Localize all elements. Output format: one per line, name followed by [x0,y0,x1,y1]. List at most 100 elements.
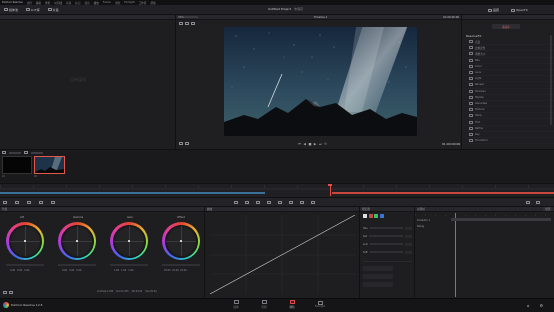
qualifier-field[interactable] [363,266,393,271]
viewer-layout-icon[interactable] [179,22,183,25]
gallery-button[interactable]: 画廊 [487,7,500,13]
color-tools-left [3,200,55,204]
qualifier-row-sat[interactable]: Sat [363,232,412,240]
curves-icon[interactable] [234,201,238,204]
clip-filter-icon[interactable] [2,151,6,154]
menu-edit[interactable]: 编辑 [36,1,41,5]
menu-clip[interactable]: 片段 [66,1,71,5]
swatch-red[interactable] [368,214,373,218]
loop-icon[interactable]: ↻ [324,142,327,146]
motion-effects-icon[interactable] [51,200,55,204]
audio-icon[interactable] [185,142,189,145]
page-color[interactable]: 调色 [279,300,305,309]
qualifier-row-lum[interactable]: Lum [363,240,412,248]
wheel-slider-lift[interactable] [6,264,44,266]
step-back-icon[interactable]: ◀ [303,142,305,146]
clip-view-icon[interactable] [24,151,28,154]
skip-back-icon[interactable]: ⏮ [298,142,301,146]
qualifier-field[interactable] [363,274,393,279]
fx-item-icon [469,89,473,93]
viewer-zoom-control[interactable]: 37% [178,16,198,19]
color-wheel-lift[interactable] [6,222,44,260]
swatch-white[interactable] [363,214,367,218]
scopes-icon[interactable] [536,201,540,204]
key-icon[interactable] [289,201,293,204]
blur-icon[interactable] [278,201,282,204]
keyframe-playhead[interactable] [455,213,456,297]
qualifier-row-soft[interactable]: Soft [363,248,412,256]
page-fairlight[interactable]: Fairlight [307,300,333,308]
page-media[interactable]: 媒体 [223,300,249,309]
keyframes-filter[interactable]: 全部 [542,207,552,211]
clip-tab[interactable] [31,151,43,154]
auto-balance-icon[interactable] [3,291,7,294]
menu-workspace[interactable]: 工作区 [139,1,147,5]
qualifier-row-hue[interactable]: Hue [363,224,412,232]
lut-button[interactable]: LUT库 [25,7,41,13]
timeline-track-clip2[interactable] [332,192,554,194]
wheel-slider-offset[interactable] [162,264,200,266]
curve-graph[interactable] [210,215,355,294]
keyframe-track-sizing[interactable]: Sizing [417,225,424,228]
hue-field[interactable]: Hue 50.00 [145,290,156,293]
qualifier-rows: Hue Sat Lum Soft [363,224,412,256]
contrast-field[interactable]: Contrast 1.000 [97,290,113,293]
fx-item[interactable]: Transform [462,138,554,145]
qualifier-icon[interactable] [245,201,249,204]
stop-icon[interactable]: ■ [308,142,311,146]
clip-thumbnail-1[interactable] [2,156,32,174]
openfx-button[interactable]: OpenFX [510,7,529,13]
menu-trim[interactable]: 修剪 [45,1,50,5]
tracker-icon[interactable] [267,201,271,204]
menu-fusion[interactable]: Fusion [103,1,111,4]
swatch-blue[interactable] [379,214,384,218]
media-pool-button[interactable]: 媒体池 [3,7,19,13]
viewer-highlight-icon[interactable] [191,22,195,25]
saturation-field[interactable]: Sat 50.00 [132,290,143,293]
menu-file[interactable]: 文件 [27,1,32,5]
viewer-split-icon[interactable] [185,22,189,25]
reset-icon[interactable] [9,291,13,294]
clip-thumbnail-2[interactable] [34,156,65,174]
wheel-slider-gamma[interactable] [58,264,96,266]
clips-button[interactable]: 片段 [47,7,60,13]
fx-item-icon [469,46,473,50]
menu-view[interactable]: 显示 [84,1,89,5]
keyframe-bar[interactable] [451,218,551,221]
menu-color[interactable]: 调色 [115,1,120,5]
window-icon[interactable] [256,201,260,204]
home-icon[interactable]: ⌂ [527,303,530,308]
menu-fairlight[interactable]: Fairlight [124,1,134,4]
3d-icon[interactable] [311,201,315,204]
pen-icon[interactable] [179,142,183,145]
color-wheels-icon[interactable] [27,200,31,204]
sizing-icon[interactable] [300,201,304,204]
keyframe-track-corrector[interactable]: Corrector 1 [417,219,430,222]
timeline-track-clip1[interactable] [0,192,265,194]
playhead-handle[interactable] [328,184,332,186]
color-wheel-offset[interactable] [162,222,200,260]
color-wheel-gamma[interactable] [58,222,96,260]
wheel-slider-gain[interactable] [110,264,148,266]
color-wheel-gain[interactable] [110,222,148,260]
color-match-icon[interactable] [15,200,19,204]
keyframe-icon[interactable] [526,201,530,204]
menu-playback[interactable]: 播放 [94,1,99,5]
fx-scrollbar[interactable] [550,35,552,125]
settings-icon[interactable]: ⚙ [540,303,544,308]
camera-raw-icon[interactable] [3,200,7,204]
menu-help[interactable]: 帮助 [150,1,155,5]
clip-tab[interactable] [9,151,21,154]
gallery-icon [488,8,492,12]
swatch-green[interactable] [374,214,378,218]
page-edit[interactable]: 剪辑 [251,300,277,309]
qualifier-field[interactable] [363,282,393,287]
play-icon[interactable]: ▶ [314,142,316,146]
pivot-field[interactable]: Pivot 0.435 [116,290,128,293]
app-name: DaVinci Resolve [2,1,23,4]
menu-timeline[interactable]: 时间线 [54,1,62,5]
fx-tab-library[interactable]: 素材库 [492,24,520,29]
rgb-mixer-icon[interactable] [39,200,43,204]
menu-mark[interactable]: 标记 [75,1,80,5]
skip-forward-icon[interactable]: ⏭ [319,142,322,146]
